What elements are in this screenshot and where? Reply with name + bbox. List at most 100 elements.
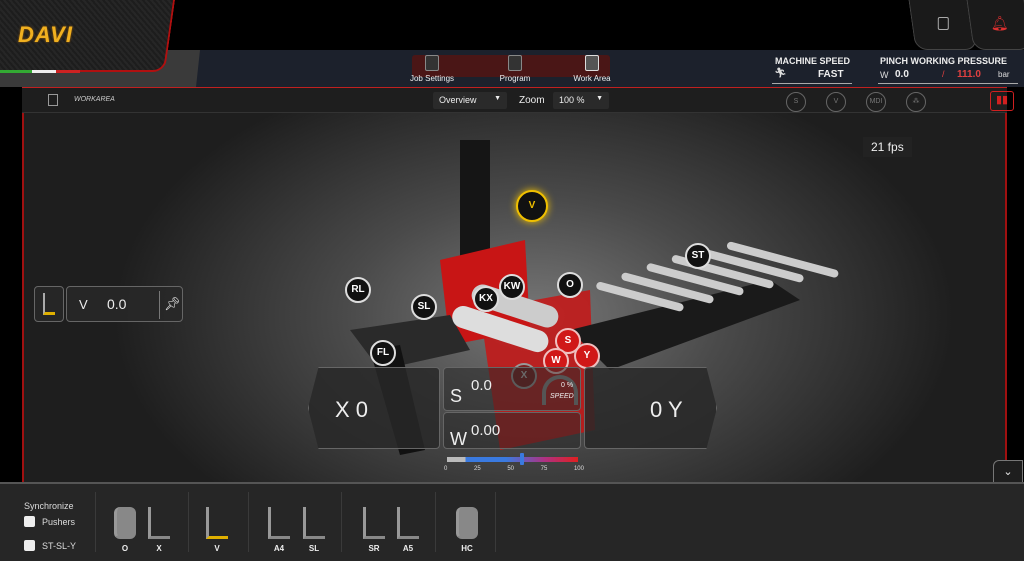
marker-v[interactable]: V [516,190,548,222]
tool-x-icon [148,507,170,539]
w-axis-label: W [450,429,467,449]
marker-st[interactable]: ST [685,243,711,269]
note-icon [937,17,949,30]
speed-value: 0 % [561,382,574,389]
tool-label: V [214,544,220,553]
tab-work-area[interactable]: Work Area [562,55,622,83]
expand-button[interactable]: ⌄ [993,460,1023,484]
v-position-panel: V 0.0 📌︎ [66,286,183,322]
pressure-current: 0.0 [895,69,909,80]
zoom-value: 100 % [559,95,585,105]
tool-button-hc[interactable] [450,505,484,543]
w-position-panel: W 0.00 [443,412,581,449]
tool-label: A4 [273,544,285,553]
y-axis-value: 0 Y [650,397,683,422]
x-jog-panel[interactable]: X 0 [308,367,440,449]
marker-sl[interactable]: SL [411,294,437,320]
mdi-button[interactable]: MDI [866,92,886,112]
s-position-panel: S 0.0 0 % SPEED [443,367,581,411]
marker-fl[interactable]: FL [370,340,396,366]
st-sl-y-label: ST-SL-Y [42,541,77,551]
tool-sl-icon [303,507,325,539]
mdi-label: MDI [869,98,883,105]
pushers-checkbox[interactable] [24,516,35,527]
tool-label: SL [308,544,320,553]
workarea-toolbar [22,87,1007,113]
feed-table [350,315,470,370]
tool-button-a5[interactable] [391,505,425,543]
tool-o-icon [114,507,136,539]
tick: 75 [540,466,548,472]
chevron-down-icon: ⌄ [1003,466,1013,478]
tick: 50 [507,466,514,472]
v-column [460,140,490,260]
tool-button-sl[interactable] [297,505,331,543]
bell-icon: 🔔︎ [990,15,1009,31]
marker-kx[interactable]: KX [473,286,499,312]
zoom-label: Zoom [519,95,545,106]
v-tool-button[interactable] [34,286,64,322]
s-axis-label: S [450,386,463,406]
st-sl-y-checkbox[interactable] [24,540,35,551]
tool-label: A5 [402,544,414,553]
divider [772,83,852,84]
tool-label: HC [461,544,473,553]
synchronize-label: Synchronize [24,501,74,511]
logo: DAVI [18,22,73,47]
pinch-pressure-label: PINCH WORKING PRESSURE [880,56,1008,66]
runner-icon: 🏃︎ [774,68,787,79]
program-icon [508,55,522,71]
tool-v-icon [206,507,228,539]
pin-icon[interactable]: 📌︎ [164,296,181,312]
y-jog-panel[interactable]: 0 Y [584,367,717,449]
pressure-axis: W [880,70,889,80]
divider [495,492,496,552]
tool-label: X [156,544,162,553]
marker-rl[interactable]: RL [345,277,371,303]
tool-sr-icon [363,507,385,539]
tool-label: O [121,544,129,553]
tool-button-o[interactable] [108,505,142,543]
tick: 25 [473,466,481,472]
speed-scale-indicator[interactable] [519,453,524,465]
tick: 100 [573,466,584,472]
divider [878,83,1018,84]
tool-button-v[interactable] [200,505,234,543]
alarm-button[interactable]: 🔔︎ [966,0,1024,50]
divider [248,492,249,552]
v-axis-icon[interactable]: V [826,92,846,112]
cluster-icon[interactable]: ⁂ [906,92,926,112]
divider [95,492,96,552]
divider [435,492,436,552]
workarea-icon [48,94,58,106]
s-axis-icon[interactable]: S [786,92,806,112]
speed-gauge [542,375,578,405]
marker-o[interactable]: O [557,272,583,298]
v-axis-value: 0.0 [107,296,127,312]
divider [188,492,189,552]
view-select[interactable]: Overview ▼ [433,92,507,109]
pressure-unit: bar [998,70,1010,79]
tool-hc-icon [456,507,478,539]
marker-kw[interactable]: KW [499,274,525,300]
speed-scale-ticks: 0 25 50 75 100 [444,466,584,472]
workarea-title: WORKAREA [74,96,115,103]
tab-job-settings[interactable]: Job Settings [402,55,462,83]
w-axis-value: 0.00 [471,422,501,439]
tool-button-a4[interactable] [262,505,296,543]
divider [159,291,160,319]
fps-counter: 21 fps [863,137,912,157]
marker-y[interactable]: Y [574,343,600,369]
s-axis-value: 0.0 [471,377,492,394]
machine-speed-value: FAST [818,69,844,80]
zoom-select[interactable]: 100 % ▼ [553,92,609,109]
speed-label: SPEED [550,393,574,400]
tool-button-sr[interactable] [357,505,391,543]
chevron-down-icon: ▼ [494,95,501,102]
v-tool-icon [43,293,55,315]
tool-a4-icon [268,507,290,539]
pressure-sep: / [942,69,945,79]
tab-program[interactable]: Program [485,55,545,83]
tool-button-x[interactable] [142,505,176,543]
chart-icon[interactable]: ▮▮ [990,91,1014,111]
